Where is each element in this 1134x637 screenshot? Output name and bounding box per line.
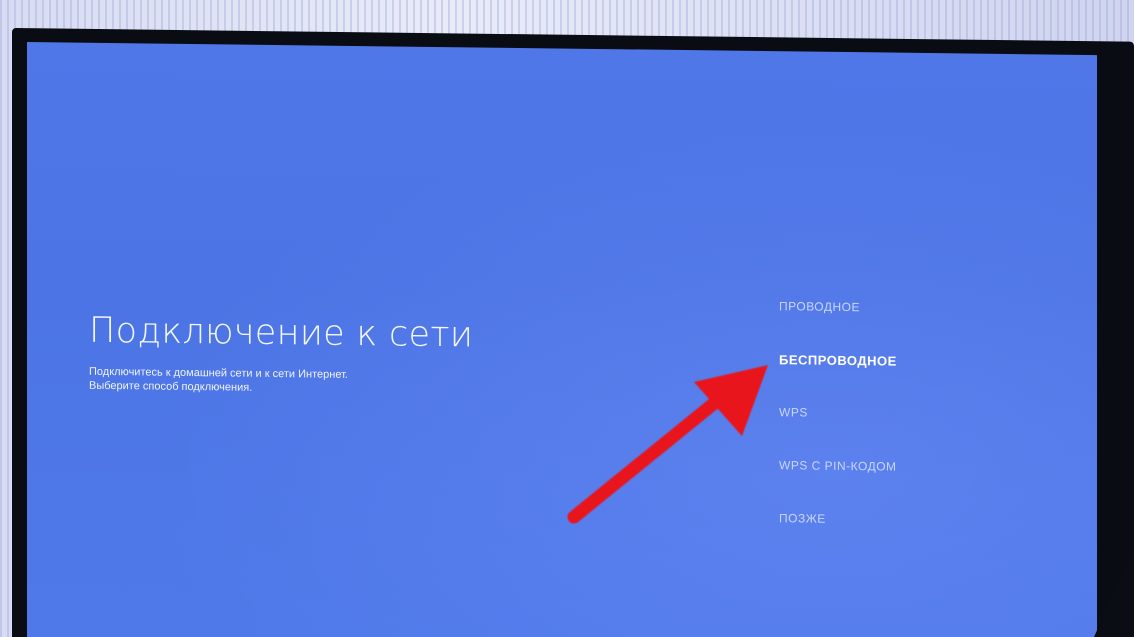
option-wired[interactable]: ПРОВОДНОЕ	[779, 299, 1039, 355]
option-later[interactable]: ПОЗЖЕ	[779, 511, 1039, 567]
photo-stage: Подключение к сети Подключитесь к домашн…	[0, 0, 1134, 637]
setup-description: Подключитесь к домашней сети и к сети Ин…	[89, 365, 569, 399]
connection-options-list: ПРОВОДНОЕ БЕСПРОВОДНОЕ WPS WPS С PIN-КОД…	[779, 299, 1039, 567]
option-wps-pin[interactable]: WPS С PIN-КОДОМ	[779, 458, 1039, 514]
network-setup-panel: Подключение к сети Подключитесь к домашн…	[89, 311, 569, 399]
option-wireless[interactable]: БЕСПРОВОДНОЕ	[779, 352, 1039, 408]
tv-screen: Подключение к сети Подключитесь к домашн…	[27, 42, 1097, 637]
option-wps[interactable]: WPS	[779, 405, 1039, 461]
page-title: Подключение к сети	[89, 310, 474, 356]
